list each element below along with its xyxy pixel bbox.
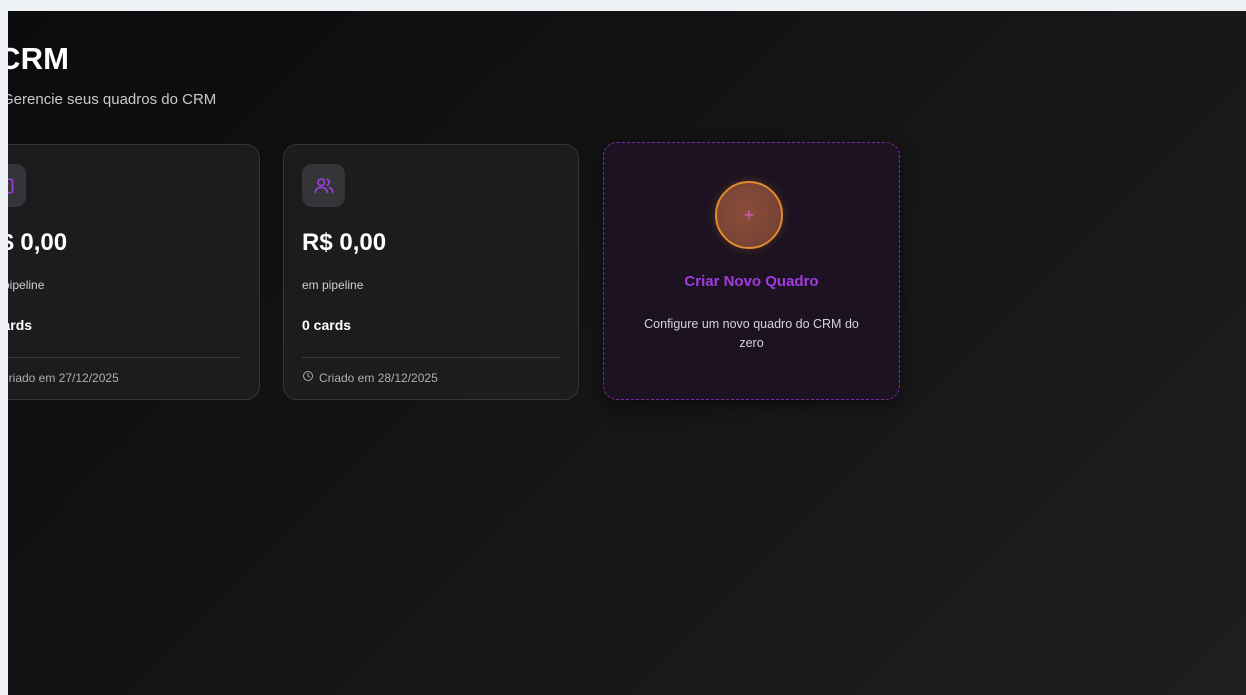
board-pipeline-label: em pipeline [8, 278, 45, 292]
app-frame: CRM Gerencie seus quadros do CRM R$ 0,00… [8, 11, 1246, 695]
board-cards-count: 0 cards [8, 317, 33, 333]
kanban-icon [8, 164, 26, 207]
create-board-description: Configure um novo quadro do CRM do zero [644, 317, 859, 350]
plus-glyph: + [743, 205, 755, 225]
board-cards-count: 0 cards [302, 317, 352, 333]
board-card[interactable]: R$ 0,00 em pipeline 0 cards Criado em 28… [283, 144, 579, 400]
create-board-button[interactable]: + Criar Novo Quadro Configure um novo qu… [603, 142, 900, 400]
board-created: Criado em 27/12/2025 [8, 370, 119, 385]
board-pipeline-label: em pipeline [302, 278, 364, 292]
board-created-text: Criado em 27/12/2025 [8, 370, 119, 385]
board-created: Criado em 28/12/2025 [302, 370, 438, 385]
create-board-title: Criar Novo Quadro [684, 273, 819, 290]
page-title: CRM [8, 41, 70, 76]
board-amount: R$ 0,00 [8, 229, 68, 256]
board-card[interactable]: R$ 0,00 em pipeline 0 cards Criado em 27… [8, 144, 260, 400]
plus-icon[interactable]: + [715, 181, 783, 249]
clock-icon [302, 370, 314, 385]
card-divider [302, 357, 560, 358]
board-created-text: Criado em 28/12/2025 [319, 370, 438, 385]
users-icon [302, 164, 345, 207]
card-divider [8, 357, 241, 358]
page-subtitle: Gerencie seus quadros do CRM [8, 91, 217, 108]
board-amount: R$ 0,00 [302, 229, 387, 256]
